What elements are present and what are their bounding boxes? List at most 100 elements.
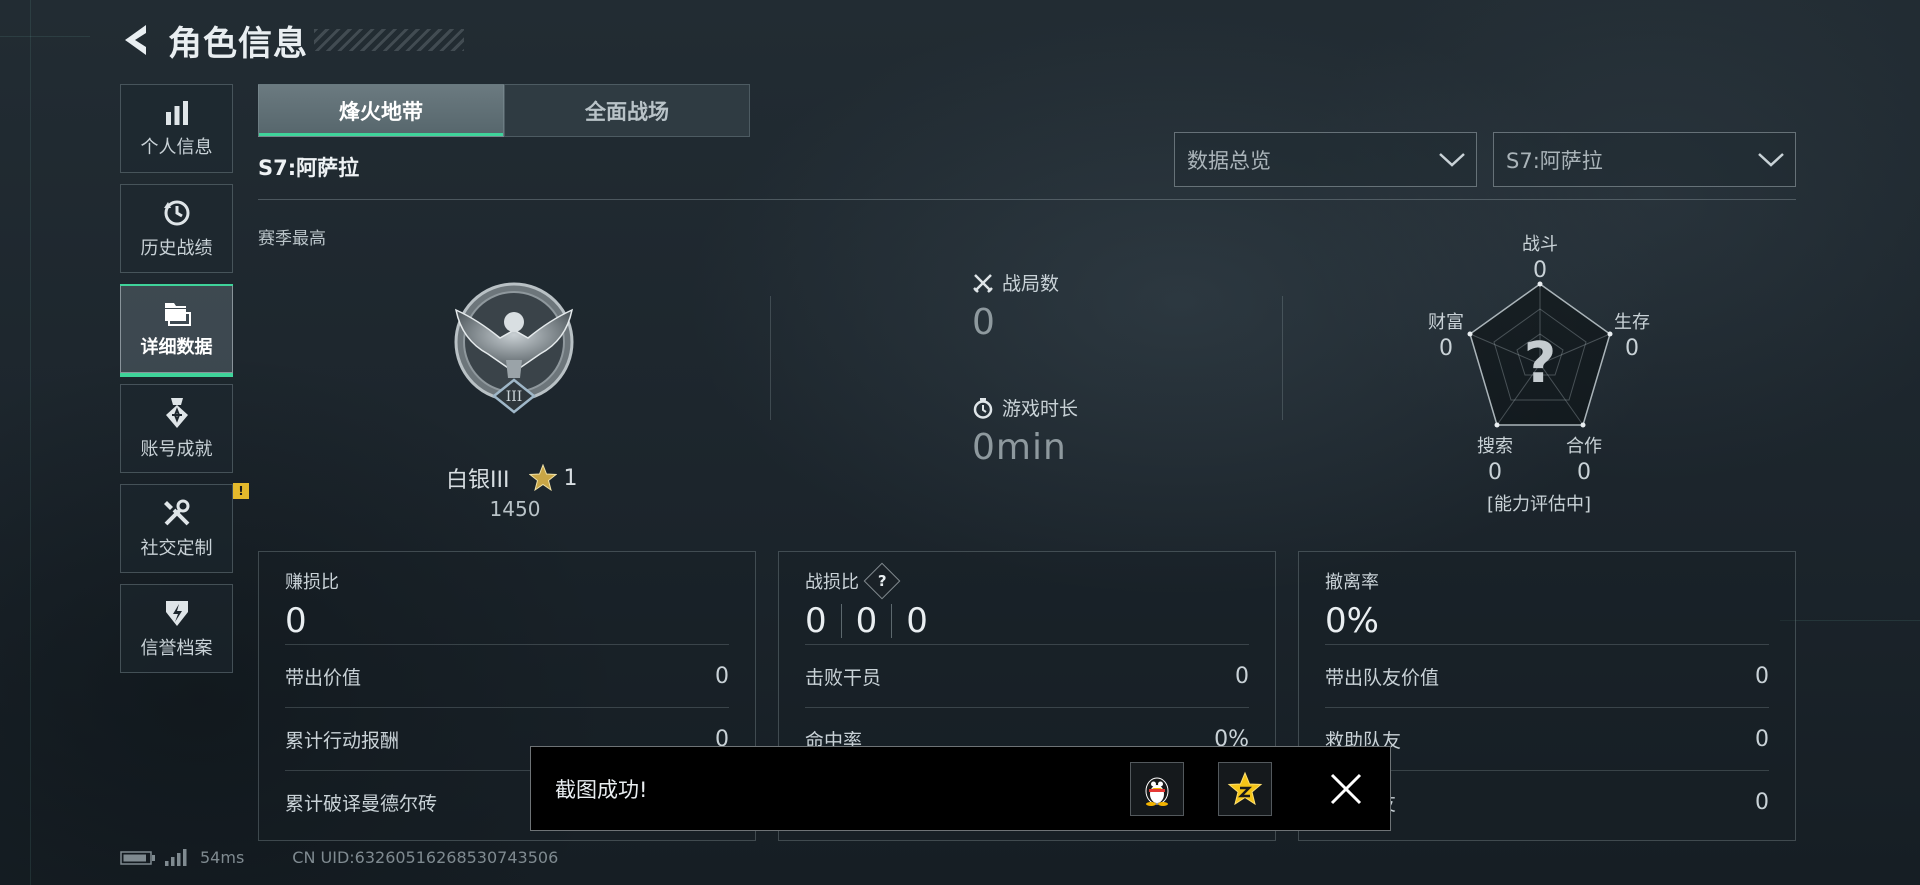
- rank-tier: 白银III: [446, 468, 510, 493]
- stat-row-label: 带出队友价值: [1325, 666, 1440, 689]
- view-dropdown[interactable]: 数据总览: [1174, 132, 1477, 187]
- radar-axis-value: 0: [1625, 336, 1639, 361]
- back-arrow-icon[interactable]: [120, 20, 156, 60]
- stopwatch-icon: [973, 397, 993, 419]
- share-qq-button[interactable]: [1130, 761, 1184, 816]
- divider: [840, 604, 842, 638]
- stat-row-label: 带出价值: [285, 666, 362, 689]
- sidebar-item-label: 账号成就: [140, 438, 213, 460]
- divider: [1282, 296, 1283, 420]
- shield-icon: [165, 600, 188, 626]
- mode-tabs: 烽火地带 全面战场: [258, 84, 750, 137]
- kd-value: 0: [805, 601, 827, 641]
- radar-status: [能力评估中]: [1486, 494, 1592, 515]
- crossed-swords-icon: [973, 273, 993, 293]
- stat-row-value: 0: [715, 663, 729, 689]
- rank-stars: 1: [563, 465, 578, 491]
- tools-icon: [163, 499, 189, 525]
- radar-axis-label: 搜索: [1477, 436, 1513, 457]
- radar-axis-value: 0: [1533, 258, 1547, 283]
- notification-badge: !: [233, 483, 249, 499]
- toast-message: 截图成功!: [555, 777, 648, 802]
- bar-chart-icon: [165, 100, 188, 125]
- decor-line: [0, 36, 90, 37]
- sidebar-item-personal-info[interactable]: 个人信息: [120, 84, 233, 173]
- stat-row: 带出队友价值 0: [1325, 644, 1769, 707]
- panel-value: 0%: [1325, 601, 1379, 641]
- stat-row-value: 0: [1235, 663, 1249, 689]
- qzone-star-icon: [1227, 771, 1263, 805]
- divider: [891, 604, 893, 638]
- title-decoration: [314, 29, 464, 51]
- share-qzone-button[interactable]: [1218, 761, 1272, 816]
- panel-header: 战损比 ?: [805, 562, 1249, 600]
- playtime-value: 0min: [972, 427, 1067, 468]
- screenshot-toast: 截图成功!: [530, 746, 1391, 831]
- stat-row-value: 0: [1755, 663, 1769, 689]
- stat-row: 击败干员 0: [805, 644, 1249, 707]
- panel-value: 0: [285, 601, 307, 641]
- decor-line: [30, 0, 31, 885]
- stat-row: 友 0: [1325, 770, 1769, 833]
- stat-row: 救助队友 0: [1325, 707, 1769, 770]
- tab-mode-1[interactable]: 烽火地带: [258, 84, 504, 137]
- matches-stat: 战局数 0: [972, 269, 1059, 343]
- tab-mode-2[interactable]: 全面战场: [504, 84, 750, 137]
- stat-row: 带出价值 0: [285, 644, 729, 707]
- sidebar-item-label: 详细数据: [140, 336, 213, 358]
- playtime-stat: 游戏时长 0min: [972, 394, 1078, 468]
- medal-numeral: III: [506, 389, 523, 405]
- radar-center-mark: ?: [1524, 331, 1556, 396]
- sidebar-item-reputation[interactable]: 信誉档案: [120, 584, 233, 673]
- sidebar: 个人信息 历史战绩 详细数据 账号成就 社交定制 ! 信誉档案: [120, 84, 249, 684]
- page-title: 角色信息: [168, 23, 308, 64]
- signal-icon: [165, 848, 187, 866]
- ability-radar: ? 战斗 0 生存 0 合作 0 搜索 0 财富 0 [能力评估中]: [1404, 222, 1674, 522]
- status-bar: 54ms CN UID:63260516268530743506: [120, 848, 558, 867]
- season-dropdown[interactable]: S7:阿萨拉: [1493, 132, 1796, 187]
- stat-row-value: 0: [1755, 726, 1769, 752]
- history-clock-icon: [163, 200, 189, 225]
- stat-row-value: 0: [1755, 789, 1769, 815]
- radar-axis-label: 财富: [1428, 312, 1464, 333]
- stat-row-label: 累计行动报酬: [285, 729, 400, 752]
- sidebar-item-detailed-data[interactable]: 详细数据: [120, 284, 233, 377]
- season-label: S7:阿萨拉: [258, 156, 360, 180]
- sidebar-item-history[interactable]: 历史战绩: [120, 184, 233, 273]
- battery-icon: [120, 850, 155, 865]
- panel-title: 赚损比: [285, 572, 339, 593]
- kd-value: 0: [855, 601, 878, 641]
- radar-axis-label: 合作: [1566, 436, 1602, 457]
- stat-row-label: 击败干员: [805, 666, 882, 689]
- sidebar-item-label: 社交定制: [140, 537, 213, 559]
- season-best-label: 赛季最高: [258, 229, 326, 249]
- sidebar-item-label: 历史战绩: [140, 237, 213, 259]
- view-dropdown-value: 数据总览: [1187, 148, 1271, 173]
- kd-values: 0 0 0: [805, 598, 1249, 644]
- close-icon[interactable]: [1326, 769, 1366, 809]
- star-icon: [529, 464, 558, 492]
- radar-axis-label: 战斗: [1522, 234, 1558, 255]
- radar-axis-value: 0: [1577, 460, 1591, 485]
- chevron-down-icon: [1758, 152, 1784, 167]
- user-uid: CN UID:63260516268530743506: [292, 848, 559, 867]
- sidebar-item-achievements[interactable]: 账号成就: [120, 384, 233, 473]
- season-dropdown-value: S7:阿萨拉: [1506, 148, 1603, 173]
- sidebar-item-social-custom[interactable]: 社交定制 !: [120, 483, 249, 573]
- divider: [770, 296, 771, 420]
- playtime-label: 游戏时长: [1002, 398, 1079, 420]
- radar-axis-value: 0: [1439, 336, 1453, 361]
- penguin-icon: [1145, 777, 1169, 806]
- ping-value: 54ms: [200, 848, 245, 867]
- help-icon[interactable]: ?: [863, 562, 901, 600]
- achievement-medal-icon: [165, 397, 188, 428]
- kd-value: 0: [906, 601, 928, 641]
- stat-row-label: 累计破译曼德尔砖: [285, 792, 438, 815]
- panel-title: 撤离率: [1325, 572, 1379, 593]
- header: 角色信息: [120, 18, 464, 64]
- sidebar-item-label: 个人信息: [140, 136, 213, 158]
- divider: [258, 199, 1796, 200]
- radar-axis-label: 生存: [1614, 312, 1650, 333]
- matches-value: 0: [972, 302, 996, 343]
- decor-line: [1780, 620, 1920, 621]
